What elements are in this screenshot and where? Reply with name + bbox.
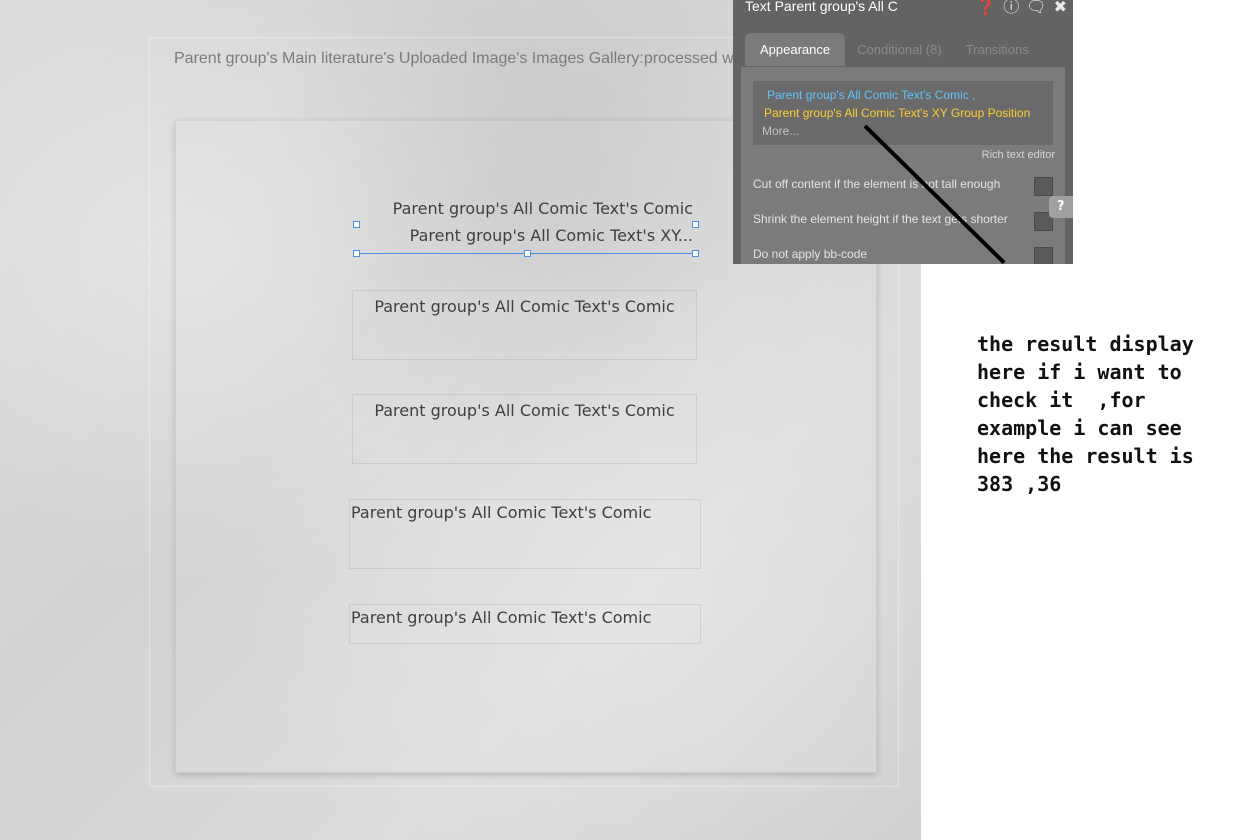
gallery-text[interactable]: Parent group's Main literature's Uploade…	[174, 50, 734, 68]
option-cut-off-label: Cut off content if the element is not ta…	[753, 177, 1001, 191]
tab-appearance[interactable]: Appearance	[745, 33, 846, 66]
property-tabs: Appearance Conditional (8) Transitions	[745, 33, 1041, 66]
comic-text-row[interactable]: Parent group's All Comic Text's Comic	[349, 604, 701, 644]
comic-text-label: Parent group's All Comic Text's Comic	[351, 608, 652, 627]
annotation-line: 383 ,36	[977, 472, 1062, 496]
annotation-line: the result display	[977, 332, 1194, 356]
title-icons: ❓ ⓘ 🗨 ✖	[976, 0, 1067, 16]
comic-text-row[interactable]: Parent group's All Comic Text's Comic	[349, 499, 701, 569]
option-bbcode-checkbox[interactable]	[1034, 247, 1053, 264]
option-bbcode-label: Do not apply bb-code	[753, 247, 868, 261]
selected-comic-text[interactable]: Parent group's All Comic Text's Comic Pa…	[356, 194, 698, 254]
tab-conditional[interactable]: Conditional (8)	[845, 33, 954, 66]
annotation-line: here if i want to	[977, 360, 1182, 384]
more-link[interactable]: More...	[762, 124, 799, 138]
close-icon[interactable]: ✖	[1054, 0, 1067, 16]
rich-text-editor-link[interactable]: Rich text editor	[982, 149, 1055, 161]
tab-transitions[interactable]: Transitions	[954, 33, 1041, 66]
option-cut-off-checkbox[interactable]	[1034, 177, 1053, 196]
resize-handle-bottom-right[interactable]	[692, 250, 699, 257]
comic-text-label: Parent group's All Comic Text's Comic	[374, 297, 675, 316]
expression-part-comic[interactable]: Parent group's All Comic Text's Comic ,	[767, 88, 975, 102]
property-editor: Text Parent group's All C ❓ ⓘ 🗨 ✖ Appear…	[733, 0, 1073, 264]
comic-text-row[interactable]: Parent group's All Comic Text's Comic	[352, 394, 697, 464]
selected-text-line-1: Parent group's All Comic Text's Comic	[392, 199, 693, 218]
resize-handle-right[interactable]	[692, 221, 699, 228]
resize-handle-bottom-left[interactable]	[353, 250, 360, 257]
text-expression-field[interactable]: Parent group's All Comic Text's Comic , …	[753, 81, 1053, 145]
help-badge[interactable]: ?	[1049, 196, 1073, 218]
resize-handle-left[interactable]	[353, 221, 360, 228]
info-icon[interactable]: ⓘ	[1003, 0, 1019, 16]
expression-part-xy[interactable]: Parent group's All Comic Text's XY Group…	[764, 106, 1030, 120]
comment-icon[interactable]: 🗨	[1026, 0, 1046, 16]
annotation-line: check it ,for	[977, 388, 1146, 412]
resize-handle-bottom[interactable]	[524, 250, 531, 257]
comic-text-label: Parent group's All Comic Text's Comic	[374, 401, 675, 420]
help-icon[interactable]: ❓	[976, 0, 996, 16]
annotation-line: example i can see	[977, 416, 1182, 440]
selected-text-line-2: Parent group's All Comic Text's XY...	[409, 226, 693, 245]
option-shrink-label: Shrink the element height if the text ge…	[753, 212, 1008, 226]
comic-text-label: Parent group's All Comic Text's Comic	[351, 503, 652, 522]
property-editor-title[interactable]: Text Parent group's All C	[745, 0, 898, 14]
annotation-line: here the result is	[977, 444, 1194, 468]
annotation-note: the result display here if i want to che…	[977, 330, 1232, 498]
comic-text-row[interactable]: Parent group's All Comic Text's Comic	[352, 290, 697, 360]
